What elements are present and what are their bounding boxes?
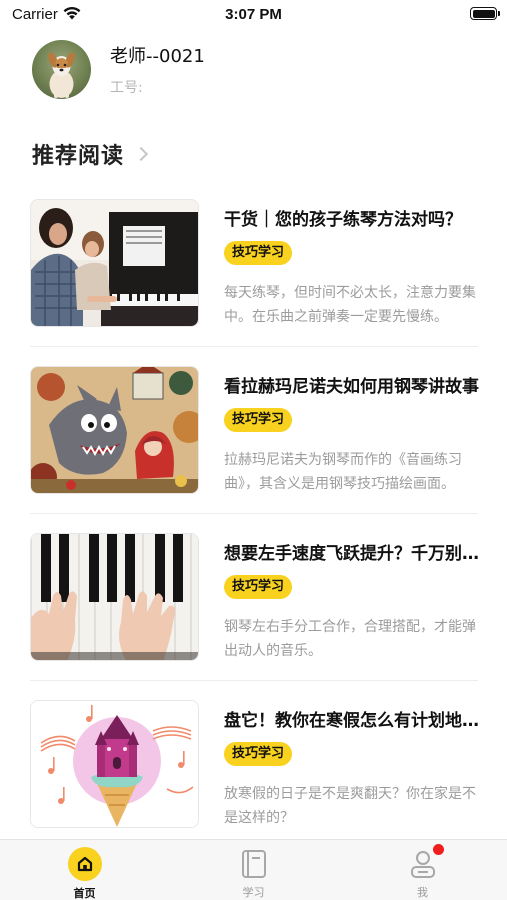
- dog-avatar-icon: [48, 52, 75, 98]
- recommended-reading-header[interactable]: 推荐阅读: [32, 138, 149, 170]
- section-title: 推荐阅读: [32, 144, 125, 169]
- article-thumbnail: [30, 366, 199, 494]
- tab-home-label: 首页: [73, 887, 96, 900]
- wolf-red-riding-hood-image: [31, 367, 198, 493]
- status-time: 3:07 PM: [225, 6, 282, 23]
- tab-me[interactable]: 我: [338, 840, 507, 900]
- status-bar: Carrier 3:07 PM: [0, 0, 507, 30]
- battery-icon: [470, 7, 500, 20]
- divider: [30, 346, 478, 347]
- article-tag: 技巧学习: [224, 408, 293, 432]
- article-thumbnail: [30, 199, 199, 327]
- article-item[interactable]: 看拉赫玛尼诺夫如何用钢琴讲故事 技巧学习 拉赫玛尼诺夫为钢琴而作的《音画练习曲》…: [30, 366, 479, 533]
- article-title: 看拉赫玛尼诺夫如何用钢琴讲故事: [224, 377, 479, 397]
- tab-me-label: 我: [417, 886, 428, 899]
- article-list: 干货｜您的孩子练琴方法对吗？ 技巧学习 每天练琴，但时间不必太长，注意力要集中。…: [30, 199, 480, 867]
- avatar[interactable]: [32, 40, 91, 99]
- notification-badge: [432, 844, 444, 855]
- article-title: 盘它！教你在寒假怎么有计划地练琴: [224, 711, 480, 731]
- tab-home[interactable]: 首页: [0, 840, 169, 900]
- article-description: 放寒假的日子是不是爽翻天？你在家是不是这样的？: [224, 786, 476, 826]
- teacher-name: 老师--0021: [110, 46, 205, 67]
- tab-bar: 首页 学习 我: [0, 839, 507, 900]
- article-title: 想要左手速度飞跃提升？千万别错过: [224, 544, 480, 564]
- article-thumbnail: [30, 533, 199, 661]
- book-icon: [237, 847, 271, 880]
- article-item[interactable]: 想要左手速度飞跃提升？千万别错过 技巧学习 钢琴左右手分工合作，合理搭配，才能弹…: [30, 533, 480, 700]
- hands-on-keys-image: [31, 534, 198, 660]
- home-icon: [67, 847, 102, 881]
- profile-header[interactable]: 老师--0021 工号:: [32, 40, 472, 102]
- article-item[interactable]: 干货｜您的孩子练琴方法对吗？ 技巧学习 每天练琴，但时间不必太长，注意力要集中。…: [30, 199, 478, 366]
- article-tag: 技巧学习: [224, 241, 293, 265]
- article-description: 拉赫玛尼诺夫为钢琴而作的《音画练习曲》，其含义是用钢琴技巧描绘画面。: [224, 452, 462, 492]
- tab-study-label: 学习: [242, 886, 265, 899]
- tab-study[interactable]: 学习: [169, 840, 338, 900]
- article-tag: 技巧学习: [224, 742, 293, 766]
- divider: [30, 680, 478, 681]
- article-thumbnail: [30, 700, 199, 828]
- job-number-label: 工号:: [110, 80, 143, 96]
- article-description: 每天练琴，但时间不必太长，注意力要集中。在乐曲之前弹奏一定要先慢练。: [224, 285, 476, 325]
- music-castle-icecream-image: [31, 701, 198, 827]
- mother-daughter-piano-image: [31, 200, 198, 326]
- article-tag: 技巧学习: [224, 575, 293, 599]
- article-title: 干货｜您的孩子练琴方法对吗？: [224, 210, 462, 230]
- divider: [30, 513, 478, 514]
- chevron-right-icon: [133, 146, 149, 162]
- article-description: 钢琴左右手分工合作，合理搭配，才能弹出动人的音乐。: [224, 619, 476, 659]
